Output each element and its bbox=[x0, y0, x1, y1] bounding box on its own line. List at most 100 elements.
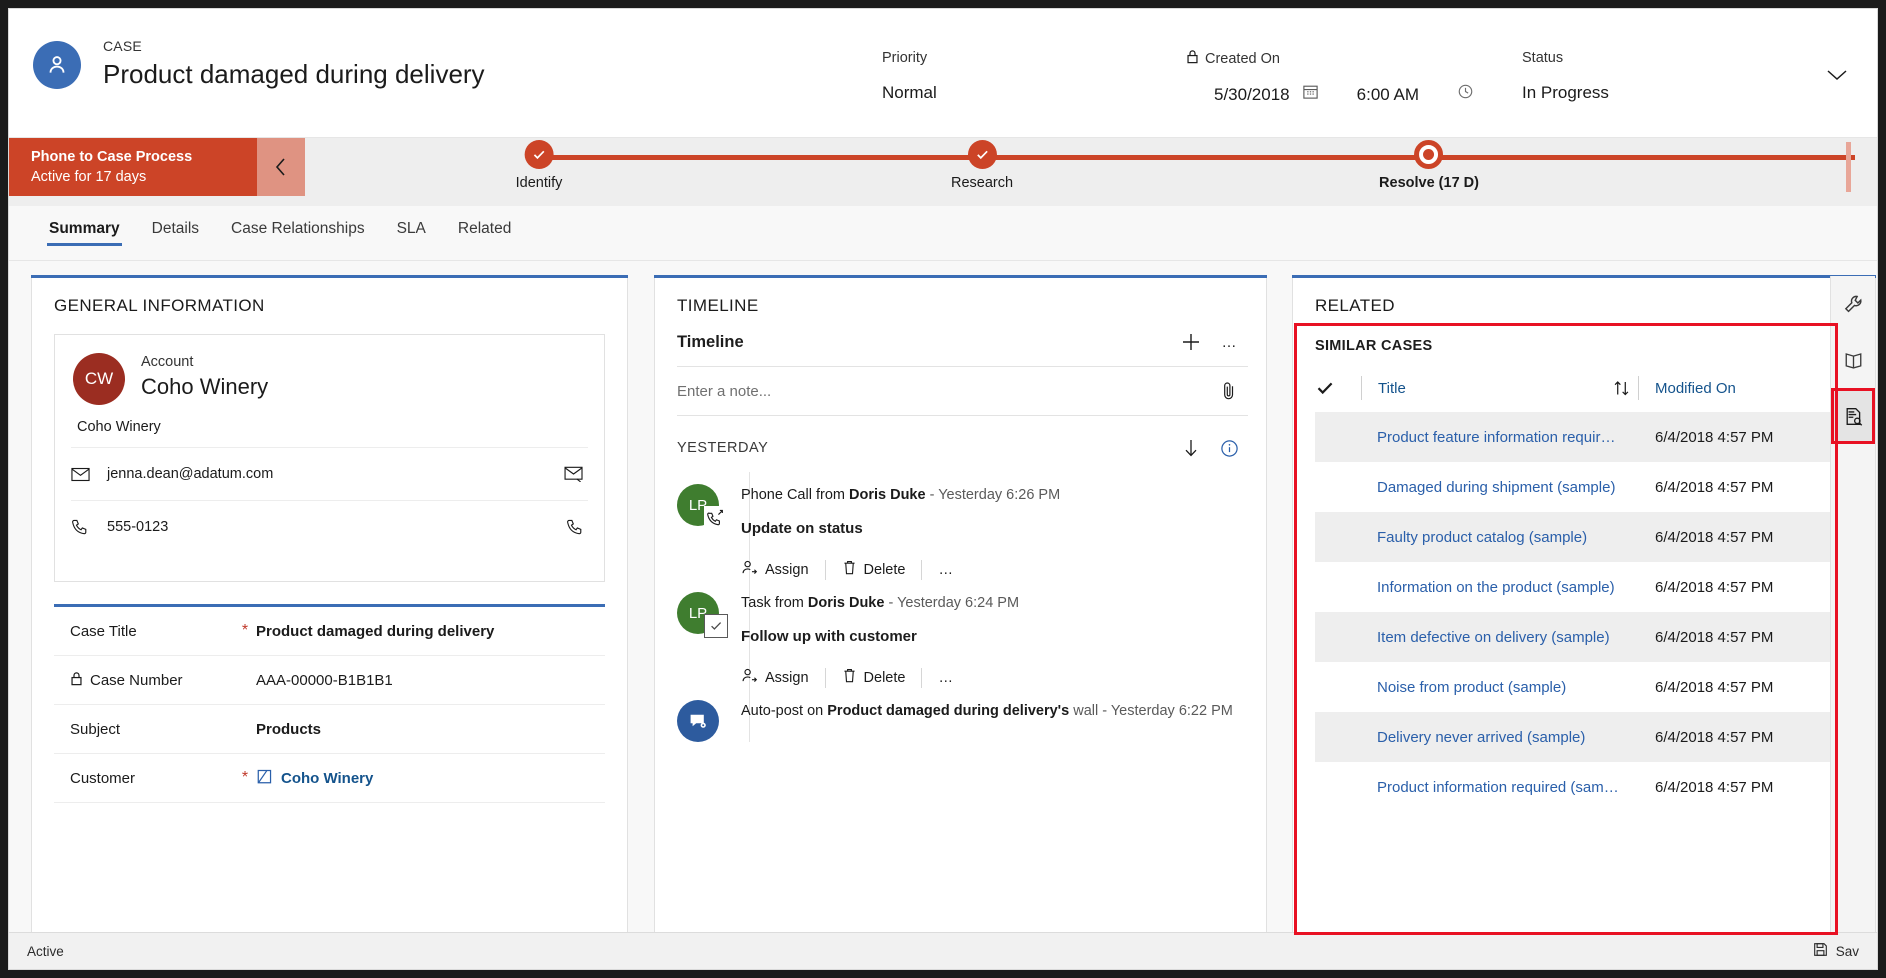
case-title-link[interactable]: Damaged during shipment (sample) bbox=[1315, 479, 1655, 496]
table-row[interactable]: Noise from product (sample) 6/4/2018 4:5… bbox=[1315, 662, 1835, 712]
process-stage-resolve[interactable]: Resolve (17 D) bbox=[1379, 138, 1479, 191]
select-all-checkbox[interactable] bbox=[1315, 378, 1361, 398]
case-title-link[interactable]: Product feature information requir… bbox=[1315, 429, 1655, 446]
header-field-priority[interactable]: Priority Normal bbox=[882, 49, 937, 105]
case-modified-on: 6/4/2018 4:57 PM bbox=[1655, 429, 1835, 446]
timeline-more-commands-button[interactable]: … bbox=[1210, 326, 1248, 358]
status-value: In Progress bbox=[1522, 81, 1609, 105]
related-section-title: RELATED bbox=[1293, 276, 1875, 316]
tab-summary[interactable]: Summary bbox=[33, 206, 136, 246]
process-stage-research[interactable]: Research bbox=[951, 138, 1013, 191]
case-title-link[interactable]: Noise from product (sample) bbox=[1315, 679, 1655, 696]
attachment-icon[interactable] bbox=[1210, 375, 1248, 407]
record-identity: CASE Product damaged during delivery bbox=[33, 37, 485, 91]
calendar-icon bbox=[1302, 83, 1319, 107]
trash-icon bbox=[842, 559, 857, 580]
phone-activity-icon bbox=[704, 506, 726, 528]
table-row[interactable]: Product information required (sam… 6/4/2… bbox=[1315, 762, 1835, 812]
form-body: GENERAL INFORMATION CW Account Coho Wine… bbox=[9, 261, 1877, 959]
process-stage-identify[interactable]: Identify bbox=[516, 138, 563, 191]
business-process-flow: Phone to Case Process Active for 17 days… bbox=[9, 138, 1877, 206]
header-field-status[interactable]: Status In Progress bbox=[1522, 49, 1609, 105]
account-quick-view-card: CW Account Coho Winery Coho Winery jenna… bbox=[54, 334, 605, 582]
case-title-link[interactable]: Information on the product (sample) bbox=[1315, 579, 1655, 596]
timeline-day-group: YESTERDAY bbox=[677, 440, 1172, 456]
field-row-case-number: Case Number AAA-00000-B1B1B1 bbox=[54, 656, 605, 705]
required-marker: * bbox=[234, 769, 256, 787]
account-kicker: Account bbox=[141, 353, 268, 371]
delete-action[interactable]: Delete bbox=[842, 667, 922, 688]
timeline-item[interactable]: LP Phone Call from Doris Duke - Yesterda… bbox=[655, 472, 1266, 580]
lock-icon bbox=[1186, 49, 1199, 69]
account-phone-row[interactable]: 555-0123 bbox=[71, 500, 588, 553]
table-row[interactable]: Item defective on delivery (sample) 6/4/… bbox=[1315, 612, 1835, 662]
activity-type-prefix: Phone Call from bbox=[741, 487, 849, 503]
send-email-icon[interactable] bbox=[564, 466, 588, 482]
timeline-note-input[interactable]: Enter a note... bbox=[677, 366, 1248, 416]
case-entity-icon bbox=[33, 41, 81, 89]
save-icon bbox=[1813, 942, 1828, 960]
table-row[interactable]: Faulty product catalog (sample) 6/4/2018… bbox=[1315, 512, 1835, 562]
dynamics-case-form: CASE Product damaged during delivery Pri… bbox=[8, 8, 1878, 970]
timeline-item-more-button[interactable]: … bbox=[938, 670, 955, 686]
sort-descending-icon[interactable] bbox=[1172, 432, 1210, 464]
process-name-block[interactable]: Phone to Case Process Active for 17 days bbox=[9, 138, 257, 196]
table-row[interactable]: Damaged during shipment (sample) 6/4/201… bbox=[1315, 462, 1835, 512]
similar-cases-title: SIMILAR CASES bbox=[1293, 316, 1875, 354]
trash-icon bbox=[842, 667, 857, 688]
record-state: Active bbox=[9, 944, 1813, 959]
place-call-icon[interactable] bbox=[566, 518, 588, 536]
tab-details[interactable]: Details bbox=[136, 206, 215, 246]
account-lookup-icon bbox=[256, 768, 273, 789]
process-stage-track: Identify Research Resolve (17 D) bbox=[305, 138, 1855, 196]
stage-label: Resolve (17 D) bbox=[1379, 175, 1479, 191]
book-icon[interactable] bbox=[1831, 332, 1875, 388]
case-modified-on: 6/4/2018 4:57 PM bbox=[1655, 529, 1835, 546]
activity-type-prefix: Auto-post on bbox=[741, 703, 827, 719]
column-header-modified-on[interactable]: Modified On bbox=[1655, 380, 1835, 397]
activity-time: Yesterday 6:22 PM bbox=[1111, 703, 1233, 719]
timeline-section: TIMELINE Timeline … Enter a note... bbox=[654, 275, 1267, 959]
save-button[interactable]: Sav bbox=[1813, 942, 1877, 960]
field-label: Case Number bbox=[90, 672, 183, 689]
timeline-item-subject: Follow up with customer bbox=[741, 628, 1248, 645]
required-marker: * bbox=[234, 622, 256, 640]
case-title-link[interactable]: Item defective on delivery (sample) bbox=[1315, 629, 1655, 646]
case-modified-on: 6/4/2018 4:57 PM bbox=[1655, 729, 1835, 746]
case-title-link[interactable]: Product information required (sam… bbox=[1315, 779, 1655, 796]
timeline-item-more-button[interactable]: … bbox=[938, 562, 955, 578]
delete-label: Delete bbox=[864, 670, 906, 686]
account-name: Coho Winery bbox=[141, 372, 268, 402]
tab-case-relationships[interactable]: Case Relationships bbox=[215, 206, 381, 246]
process-collapse-button[interactable] bbox=[257, 138, 305, 196]
table-row[interactable]: Information on the product (sample) 6/4/… bbox=[1315, 562, 1835, 612]
table-row[interactable]: Delivery never arrived (sample) 6/4/2018… bbox=[1315, 712, 1835, 762]
field-row-customer[interactable]: Customer * Coho Winery bbox=[54, 754, 605, 803]
case-title-link[interactable]: Faulty product catalog (sample) bbox=[1315, 529, 1655, 546]
timeline-info-icon[interactable] bbox=[1210, 432, 1248, 464]
assign-action[interactable]: Assign bbox=[741, 559, 825, 580]
collapse-header-button[interactable] bbox=[1823, 61, 1851, 89]
table-row[interactable]: Product feature information requir… 6/4/… bbox=[1315, 412, 1835, 462]
assign-icon bbox=[741, 667, 758, 688]
add-timeline-record-button[interactable] bbox=[1172, 326, 1210, 358]
tab-sla[interactable]: SLA bbox=[381, 206, 442, 246]
case-title-link[interactable]: Delivery never arrived (sample) bbox=[1315, 729, 1655, 746]
field-row-subject[interactable]: Subject Products bbox=[54, 705, 605, 754]
timeline-item-subject: Update on status bbox=[741, 520, 1248, 537]
account-avatar: CW bbox=[73, 353, 125, 405]
sort-icon[interactable] bbox=[1604, 379, 1638, 397]
timeline-item[interactable]: Auto-post on Product damaged during deli… bbox=[655, 688, 1266, 742]
activity-time: Yesterday 6:26 PM bbox=[938, 487, 1060, 503]
similar-records-icon[interactable] bbox=[1831, 388, 1875, 444]
tab-related[interactable]: Related bbox=[442, 206, 527, 246]
field-row-case-title[interactable]: Case Title * Product damaged during deli… bbox=[54, 607, 605, 656]
column-header-title[interactable]: Title bbox=[1378, 380, 1604, 397]
delete-action[interactable]: Delete bbox=[842, 559, 922, 580]
wrench-icon[interactable] bbox=[1831, 276, 1875, 332]
assign-action[interactable]: Assign bbox=[741, 667, 825, 688]
timeline-item[interactable]: LP Task from Doris Duke - Yesterday 6:24… bbox=[655, 580, 1266, 688]
status-bar: Active Sav bbox=[9, 932, 1877, 969]
account-email-row[interactable]: jenna.dean@adatum.com bbox=[71, 447, 588, 500]
note-placeholder-text: Enter a note... bbox=[677, 383, 1210, 400]
